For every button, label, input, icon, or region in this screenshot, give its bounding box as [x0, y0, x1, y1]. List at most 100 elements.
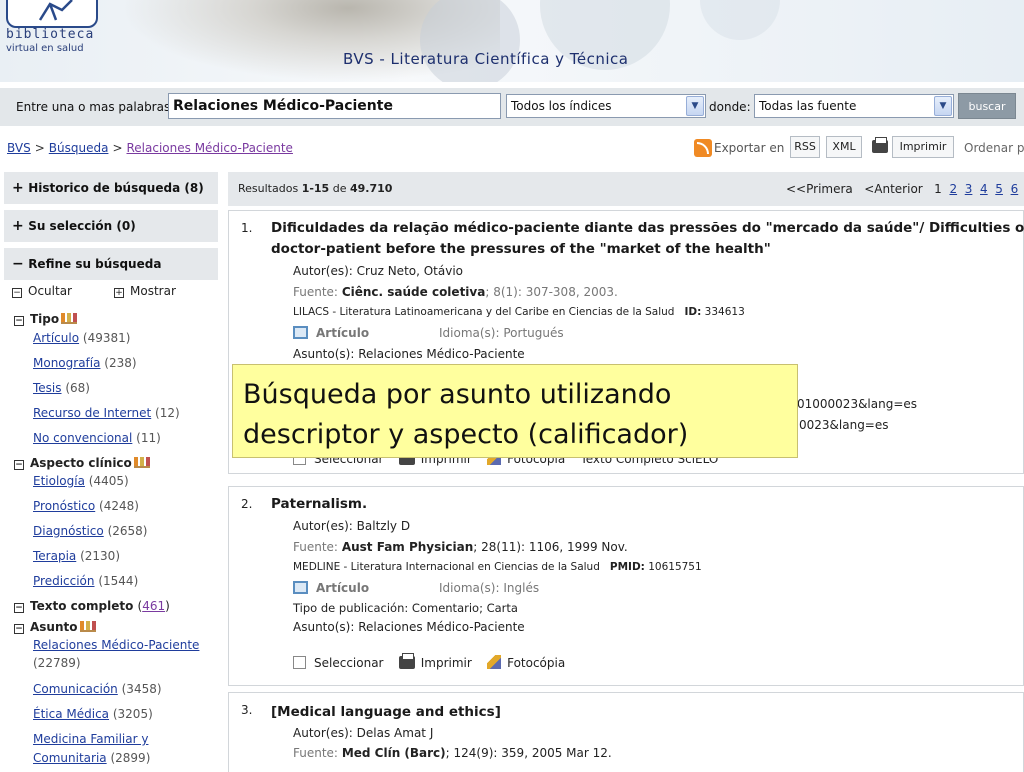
facet-tipo[interactable]: − Tipo: [14, 312, 78, 326]
logo-mark-icon: [38, 0, 73, 21]
source-detail: ; 8(1): 307-308, 2003.: [485, 285, 618, 299]
select-checkbox[interactable]: Seleccionar: [293, 656, 383, 670]
breadcrumb-current[interactable]: Relaciones Médico-Paciente: [127, 141, 293, 155]
facet-item[interactable]: Tesis (68): [33, 381, 90, 395]
history-toggle[interactable]: + Historico de búsqueda (8): [4, 172, 218, 204]
selection-toggle[interactable]: + Su selección (0): [4, 210, 218, 242]
facet-item[interactable]: Medicina Familiar y: [33, 732, 148, 746]
facet-item-label[interactable]: Predicción: [33, 574, 95, 588]
printer-icon[interactable]: [872, 137, 888, 153]
facet-item[interactable]: Predicción (1544): [33, 574, 138, 588]
record-number: 2.: [241, 497, 253, 511]
facet-item[interactable]: Relaciones Médico-Paciente: [33, 638, 199, 652]
pager-page[interactable]: 6: [1011, 182, 1019, 196]
source-select[interactable]: Todas las fuente ▼: [754, 94, 954, 118]
facet-texto[interactable]: − Texto completo (461): [14, 599, 170, 613]
breadcrumb-bvs[interactable]: BVS: [7, 141, 31, 155]
facet-item[interactable]: Monografía (238): [33, 356, 137, 370]
facet-texto-count[interactable]: 461: [142, 599, 165, 613]
search-input[interactable]: Relaciones Médico-Paciente: [168, 93, 501, 119]
facet-item-label[interactable]: Medicina Familiar y: [33, 732, 148, 746]
record-url[interactable]: 0023&lang=es: [799, 418, 889, 432]
source-detail: ; 124(9): 359, 2005 Mar 12.: [445, 746, 612, 760]
facet-item-label[interactable]: Monografía: [33, 356, 100, 370]
record-title[interactable]: Paternalism.: [271, 494, 367, 515]
facet-item-label[interactable]: Tesis: [33, 381, 62, 395]
facet-tipo-label: Tipo: [30, 312, 60, 326]
facet-item-label[interactable]: Relaciones Médico-Paciente: [33, 638, 199, 652]
selection-label: Su selección: [28, 219, 113, 233]
results-total: 49.710: [349, 182, 393, 195]
record-title[interactable]: [Medical language and ethics]: [271, 702, 501, 723]
facet-aspecto[interactable]: − Aspecto clínico: [14, 456, 150, 470]
pager-first[interactable]: <<Primera: [786, 182, 853, 196]
print-action[interactable]: Imprimir: [398, 653, 472, 670]
record-author: Autor(es): Baltzly D: [293, 519, 410, 533]
facet-item-label[interactable]: Comunicación: [33, 682, 118, 696]
bar-chart-icon[interactable]: [79, 621, 96, 632]
breadcrumb-search[interactable]: Búsqueda: [49, 141, 109, 155]
facet-item-label[interactable]: No convencional: [33, 431, 132, 445]
facet-item-label[interactable]: Diagnóstico: [33, 524, 104, 538]
facet-item[interactable]: No convencional (11): [33, 431, 161, 445]
plus-icon: +: [12, 218, 24, 234]
index-select[interactable]: Todos los índices ▼: [506, 94, 706, 118]
xml-button[interactable]: XML: [826, 136, 862, 158]
chevron-down-icon: ▼: [934, 96, 952, 116]
record-title[interactable]: Dificuldades da relação médico-paciente …: [271, 218, 1024, 239]
record-number: 3.: [241, 703, 253, 717]
bar-chart-icon[interactable]: [133, 457, 150, 468]
pager-page[interactable]: 2: [949, 182, 957, 196]
history-count: (8): [184, 181, 204, 195]
facet-item-label[interactable]: Terapia: [33, 549, 76, 563]
facet-item-label[interactable]: Etiología: [33, 474, 85, 488]
bar-chart-icon[interactable]: [61, 313, 78, 324]
record-subject: Asunto(s): Relaciones Médico-Paciente: [293, 620, 525, 634]
annotation-callout: Búsqueda por asunto utilizando descripto…: [232, 364, 798, 458]
facet-item[interactable]: Terapia (2130): [33, 549, 120, 563]
facet-item[interactable]: Etiología (4405): [33, 474, 129, 488]
id-label: ID:: [684, 306, 702, 318]
collapse-icon: −: [14, 624, 24, 634]
show-all[interactable]: + Mostrar: [114, 284, 176, 298]
facet-item[interactable]: Ética Médica (3205): [33, 707, 153, 721]
author-value: Baltzly D: [356, 519, 411, 533]
order-label[interactable]: Ordenar p: [964, 141, 1024, 155]
pubtype-label: Tipo de publicación:: [293, 601, 409, 615]
facet-item-cont[interactable]: Comunitaria (2899): [33, 751, 150, 765]
rss-button[interactable]: RSS: [790, 136, 820, 158]
facet-item[interactable]: Artículo (49381): [33, 331, 130, 345]
facet-item[interactable]: Recurso de Internet (12): [33, 406, 180, 420]
facet-item[interactable]: Diagnóstico (2658): [33, 524, 147, 538]
refine-toggle[interactable]: − Refine su búsqueda: [4, 248, 218, 280]
facet-item-label[interactable]: Recurso de Internet: [33, 406, 151, 420]
facet-item-label[interactable]: Comunitaria: [33, 751, 107, 765]
paren-close: ): [165, 599, 170, 613]
rss-icon[interactable]: [694, 139, 712, 157]
source-detail: ; 28(11): 1106, 1999 Nov.: [473, 540, 628, 554]
facet-item-count: (68): [65, 381, 90, 395]
record-url[interactable]: 01000023&lang=es: [797, 397, 917, 411]
record-title-cont[interactable]: doctor-patient before the pressures of t…: [271, 239, 771, 260]
record-subject: Asunto(s): Relaciones Médico-Paciente: [293, 347, 525, 361]
author-value: Delas Amat J: [356, 726, 434, 740]
bvs-logo[interactable]: [6, 0, 98, 28]
language-value: Portugués: [503, 326, 564, 340]
photocopy-action[interactable]: Fotocópia: [487, 655, 565, 670]
type-label: Artículo: [316, 581, 370, 595]
facet-item-label[interactable]: Artículo: [33, 331, 79, 345]
facet-item-label[interactable]: Ética Médica: [33, 707, 109, 721]
facet-item[interactable]: Pronóstico (4248): [33, 499, 139, 513]
record-language: Idioma(s): Portugués: [439, 326, 564, 340]
facet-asunto[interactable]: − Asunto: [14, 620, 96, 634]
pager-page[interactable]: 4: [980, 182, 988, 196]
print-button[interactable]: Imprimir: [892, 136, 954, 158]
pager-prev[interactable]: <Anterior: [864, 182, 923, 196]
pager-page[interactable]: 3: [965, 182, 973, 196]
pager-page[interactable]: 5: [995, 182, 1003, 196]
hide-all[interactable]: − Ocultar: [12, 284, 72, 298]
facet-item-count: (49381): [82, 331, 131, 345]
facet-item-label[interactable]: Pronóstico: [33, 499, 95, 513]
facet-item[interactable]: Comunicación (3458): [33, 682, 162, 696]
search-button[interactable]: buscar: [958, 93, 1016, 119]
